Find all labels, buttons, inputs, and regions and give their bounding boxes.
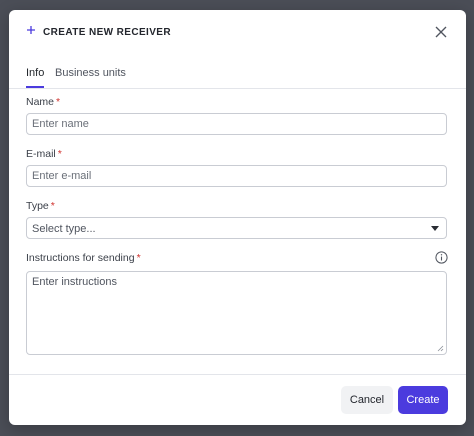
- create-button[interactable]: Create: [398, 386, 448, 414]
- type-select[interactable]: Select type...: [26, 217, 447, 239]
- dialog-header: CREATE NEW RECEIVER: [9, 10, 466, 54]
- info-icon[interactable]: [435, 251, 448, 264]
- instructions-label: Instructions for sending *: [26, 252, 141, 264]
- resize-handle-icon[interactable]: [437, 345, 444, 352]
- dialog-footer: Cancel Create: [9, 374, 466, 425]
- tab-business-units[interactable]: Business units: [55, 67, 126, 86]
- name-input[interactable]: [26, 113, 447, 135]
- email-label: E-mail *: [26, 148, 62, 160]
- email-input[interactable]: [26, 165, 447, 187]
- type-select-value: Select type...: [32, 223, 96, 235]
- type-label-text: Type: [26, 200, 49, 212]
- plus-icon: [27, 26, 35, 34]
- required-marker: *: [136, 252, 141, 264]
- tab-bar: Info Business units: [9, 56, 466, 89]
- chevron-down-icon: [431, 226, 439, 231]
- required-marker: *: [50, 200, 55, 212]
- dialog-title: CREATE NEW RECEIVER: [43, 27, 171, 38]
- create-receiver-dialog: CREATE NEW RECEIVER Info Business units …: [9, 10, 466, 425]
- required-marker: *: [57, 148, 62, 160]
- required-marker: *: [56, 96, 61, 108]
- cancel-button[interactable]: Cancel: [341, 386, 393, 414]
- tab-info[interactable]: Info: [26, 67, 45, 88]
- instructions-label-text: Instructions for sending: [26, 252, 135, 264]
- type-label: Type *: [26, 200, 55, 212]
- instructions-textarea[interactable]: [26, 271, 447, 355]
- close-icon[interactable]: [434, 25, 448, 39]
- email-label-text: E-mail: [26, 148, 56, 160]
- name-label-text: Name: [26, 96, 55, 108]
- name-label: Name *: [26, 96, 60, 108]
